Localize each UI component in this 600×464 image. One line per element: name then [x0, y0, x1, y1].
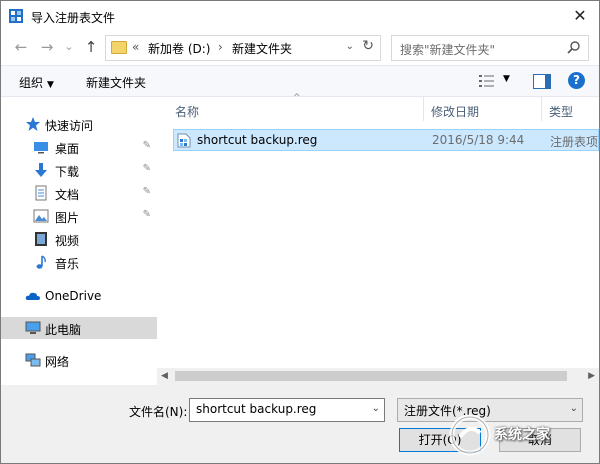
watermark-logo-icon: [449, 414, 491, 456]
close-button[interactable]: ✕: [569, 5, 591, 27]
chevron-down-icon: ▼: [47, 80, 54, 90]
sidebar-item-quick-access[interactable]: 快速访问: [1, 113, 157, 135]
computer-icon: [25, 321, 41, 334]
sidebar-item-network[interactable]: 网络: [1, 349, 157, 371]
pin-icon[interactable]: ✎: [143, 140, 151, 151]
network-icon: [25, 353, 41, 367]
search-input[interactable]: 搜索"新建文件夹": [391, 35, 589, 61]
column-divider[interactable]: [541, 97, 542, 121]
star-icon: [26, 117, 40, 131]
up-button[interactable]: ↑: [83, 39, 99, 55]
file-row[interactable]: shortcut backup.reg 2016/5/18 9:44 注册表项: [173, 129, 599, 151]
refresh-button[interactable]: ↻: [362, 38, 374, 54]
folder-icon: [111, 41, 127, 54]
registry-app-icon: [9, 9, 23, 23]
title-bar: 导入注册表文件 ✕: [1, 1, 599, 31]
view-dropdown-button[interactable]: ▼: [503, 74, 510, 84]
sort-ascending-icon: ^: [293, 93, 301, 103]
column-header-type[interactable]: 类型: [549, 103, 573, 127]
organize-label: 组织: [19, 76, 44, 90]
sidebar-item-music[interactable]: 音乐: [1, 251, 157, 273]
breadcrumb-drive[interactable]: 新加卷 (D:): [148, 40, 210, 57]
pin-icon[interactable]: ✎: [143, 186, 151, 197]
sidebar-item-label: 下载: [55, 165, 80, 179]
search-placeholder: 搜索"新建文件夹": [400, 43, 496, 57]
registry-file-icon: [177, 133, 191, 148]
sidebar-item-downloads[interactable]: 下载 ✎: [1, 159, 157, 181]
sidebar-item-this-pc[interactable]: 此电脑: [1, 317, 157, 339]
address-overflow[interactable]: «: [132, 40, 139, 54]
sidebar-item-label: 图片: [55, 211, 80, 225]
view-options-icon[interactable]: [479, 74, 495, 88]
sidebar-item-label: 桌面: [55, 142, 80, 156]
cloud-icon: [25, 292, 40, 300]
recent-locations-button[interactable]: ⌄: [61, 39, 77, 55]
filename-input[interactable]: shortcut backup.reg ⌄: [189, 398, 385, 422]
breadcrumb-folder[interactable]: 新建文件夹: [232, 40, 292, 57]
address-bar[interactable]: « 新加卷 (D:) › 新建文件夹 ⌄ ↻: [105, 35, 381, 61]
sidebar-item-label: OneDrive: [45, 289, 102, 303]
column-header-date[interactable]: 修改日期: [431, 103, 479, 127]
help-button[interactable]: ?: [568, 72, 585, 89]
address-dropdown[interactable]: ⌄: [346, 41, 354, 52]
back-button[interactable]: ←: [13, 39, 29, 55]
file-modified-date: 2016/5/18 9:44: [432, 133, 525, 147]
sidebar-item-videos[interactable]: 视频: [1, 228, 157, 250]
sidebar-item-label: 文档: [55, 188, 80, 202]
navigation-bar: ← → ⌄ ↑ « 新加卷 (D:) › 新建文件夹 ⌄ ↻ 搜索"新建文件夹": [1, 35, 599, 61]
video-icon: [35, 232, 47, 246]
column-header-name[interactable]: 名称: [175, 103, 199, 127]
sidebar-item-pictures[interactable]: 图片 ✎: [1, 205, 157, 227]
search-icon[interactable]: [566, 40, 582, 56]
filename-label: 文件名(N):: [129, 405, 188, 419]
window-title: 导入注册表文件: [31, 11, 116, 25]
scroll-left-icon[interactable]: ◀: [161, 371, 168, 381]
desktop-icon: [34, 142, 48, 154]
new-folder-button[interactable]: 新建文件夹: [86, 74, 146, 91]
watermark-text: 系统之家: [494, 427, 550, 443]
pin-icon[interactable]: ✎: [143, 209, 151, 220]
document-icon: [35, 185, 47, 201]
sidebar-item-label: 音乐: [55, 257, 80, 271]
file-type: 注册表项: [550, 135, 599, 149]
preview-pane-icon[interactable]: [533, 74, 551, 89]
pin-icon[interactable]: ✎: [143, 163, 151, 174]
scrollbar-thumb[interactable]: [175, 371, 567, 381]
sidebar-item-label: 此电脑: [45, 323, 82, 337]
sidebar-item-onedrive[interactable]: OneDrive: [1, 285, 157, 307]
sidebar-item-label: 视频: [55, 234, 80, 248]
sidebar-item-documents[interactable]: 文档 ✎: [1, 182, 157, 204]
sidebar-item-label: 快速访问: [45, 119, 94, 133]
picture-icon: [33, 209, 49, 223]
forward-button[interactable]: →: [39, 39, 55, 55]
watermark: 系统之家: [446, 412, 596, 458]
horizontal-scrollbar[interactable]: ◀ ▶: [157, 368, 599, 385]
file-open-dialog: 导入注册表文件 ✕ ← → ⌄ ↑ « 新加卷 (D:) › 新建文件夹 ⌄ ↻…: [0, 0, 600, 464]
organize-menu[interactable]: 组织 ▼: [19, 74, 54, 91]
file-name: shortcut backup.reg: [197, 133, 318, 147]
navigation-pane: 快速访问 桌面 ✎ 下载 ✎ 文档 ✎ 图片 ✎ 视频 音乐 OneDrive …: [1, 97, 157, 383]
column-divider[interactable]: [423, 97, 424, 121]
sidebar-item-desktop[interactable]: 桌面 ✎: [1, 136, 157, 158]
scroll-right-icon[interactable]: ▶: [588, 371, 595, 381]
filename-value: shortcut backup.reg: [196, 402, 317, 416]
filename-dropdown[interactable]: ⌄: [372, 403, 380, 414]
breadcrumb-separator[interactable]: ›: [218, 40, 223, 54]
music-icon: [36, 255, 46, 269]
sidebar-item-label: 网络: [45, 355, 70, 369]
download-icon: [35, 163, 47, 177]
file-list: ^ 名称 修改日期 类型 shortcut backup.reg 2016/5/…: [161, 93, 599, 367]
